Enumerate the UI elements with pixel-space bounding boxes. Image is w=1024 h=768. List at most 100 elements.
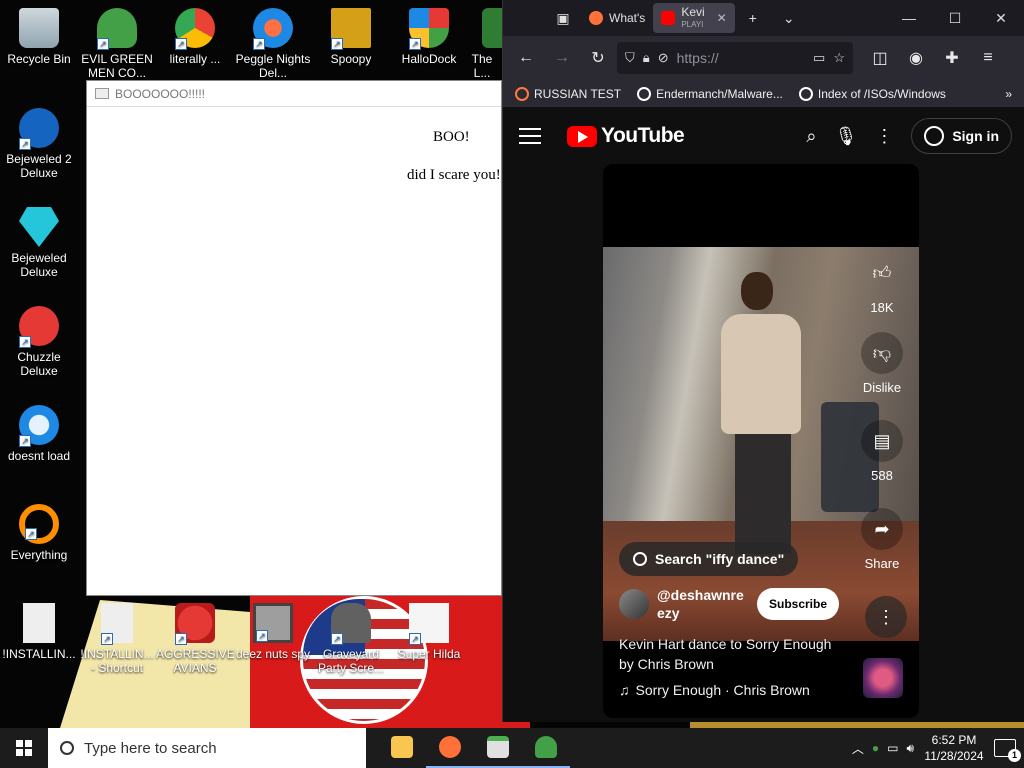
video-title[interactable]: Kevin Hart dance to Sorry Enough by Chri… <box>619 634 839 674</box>
microphone-icon[interactable]: 🎙︎ <box>834 126 857 147</box>
hamburger-menu-icon[interactable] <box>519 128 541 144</box>
recycle-bin-icon <box>19 8 59 48</box>
show-hidden-icons-chevron-icon[interactable]: ︿ <box>852 740 864 757</box>
minimize-icon[interactable]: — <box>886 10 932 27</box>
boo-popup-window[interactable]: BOOOOOOO!!!!! BOO! did I scare you! <box>86 80 502 596</box>
popup-titlebar[interactable]: BOOOOOOO!!!!! <box>87 81 501 107</box>
maximize-icon[interactable]: ☐ <box>932 10 978 27</box>
youtube-icon <box>661 11 676 25</box>
desktop-icon-label: !INSTALLIN... <box>2 647 76 661</box>
tab-youtube[interactable]: Kevi PLAYI ✕ <box>653 3 735 33</box>
comments-button[interactable]: ▤ 588 <box>857 420 907 483</box>
channel-avatar[interactable] <box>619 589 649 619</box>
like-button[interactable]: 👍︎ 18K <box>857 252 907 315</box>
start-button[interactable] <box>0 728 48 768</box>
bookmark-russian-test[interactable]: RUSSIAN TEST <box>515 86 621 101</box>
desktop-icon-evil-green-men[interactable]: ↗ EVIL GREEN MEN CO... <box>78 8 156 80</box>
taskbar-popup-app[interactable] <box>474 728 522 768</box>
github-icon <box>637 86 652 101</box>
search-suggestion-chip[interactable]: Search "iffy dance" <box>619 542 799 576</box>
close-window-icon[interactable]: ✕ <box>978 10 1024 27</box>
share-button[interactable]: ➦ Share <box>857 508 907 571</box>
desktop-icon-label: Peggle Nights Del... <box>235 52 311 80</box>
reader-view-icon[interactable]: ▭ <box>813 50 825 66</box>
close-tab-icon[interactable]: ✕ <box>717 11 727 25</box>
tab-list-chevron-icon[interactable]: ⌄ <box>771 0 807 36</box>
lock-icon[interactable]: 🔒︎ <box>643 50 650 66</box>
chrome-icon: ↗ <box>175 8 215 50</box>
system-tray: ︿ ● ▭ 🔊︎ 6:52 PM 11/28/2024 1 <box>852 732 1024 764</box>
back-icon[interactable]: ← <box>509 42 543 74</box>
network-icon[interactable]: ▭ <box>887 741 898 755</box>
music-link[interactable]: ♫ Sorry Enough · Chris Brown <box>619 682 810 698</box>
bookmarks-overflow-icon[interactable]: » <box>1005 87 1012 101</box>
new-tab-icon[interactable]: + <box>735 0 771 36</box>
dislike-button[interactable]: 👎︎ Dislike <box>857 332 907 395</box>
tab-whats[interactable]: What's <box>581 3 653 33</box>
desktop-icon-doesnt-load[interactable]: ↗ doesnt load <box>0 405 78 463</box>
desktop-icon-chuzzle[interactable]: ↗ Chuzzle Deluxe <box>0 306 78 378</box>
tracking-shield-icon[interactable]: ⛉ <box>625 50 635 66</box>
notification-center-icon[interactable]: 1 <box>994 739 1021 762</box>
desktop-icon-installing[interactable]: !INSTALLIN... <box>0 603 78 661</box>
youtube-logo[interactable]: YouTube <box>567 124 685 148</box>
clock[interactable]: 6:52 PM 11/28/2024 <box>922 732 986 764</box>
desktop-icon-hallodock[interactable]: ↗ HalloDock <box>390 8 468 66</box>
desktop-icon-the-l[interactable]: The L... <box>462 8 502 80</box>
popup-window-icon <box>487 736 509 758</box>
desktop-icon-label: EVIL GREEN MEN CO... <box>81 52 153 80</box>
sign-in-button[interactable]: Sign in <box>911 118 1012 154</box>
url-text: https:// <box>676 50 719 66</box>
taskbar-file-explorer[interactable] <box>378 728 426 768</box>
desktop-icon-aggressive-avians[interactable]: ↗ AGGRESSIVE AVIANS <box>156 603 235 675</box>
search-icon[interactable]: ⌕ <box>806 126 816 147</box>
extensions-icon[interactable]: ✚ <box>935 42 969 74</box>
desktop-icon-installing-shortcut[interactable]: ↗ !INSTALLIN... - Shortcut <box>78 603 156 675</box>
bookmark-star-icon[interactable]: ☆ <box>833 50 845 66</box>
bookmark-endermanch[interactable]: Endermanch/Malware... <box>637 86 783 101</box>
share-arrow-icon: ➦ <box>861 508 903 550</box>
clock-date: 11/28/2024 <box>924 749 984 763</box>
firefox-window[interactable]: ▣ What's Kevi PLAYI ✕ + ⌄ — ☐ ✕ ← → ↻ ⛉ … <box>502 0 1024 722</box>
more-actions-icon[interactable]: ⋮ <box>865 596 907 638</box>
channel-name[interactable]: @deshawnre ezy <box>657 586 747 622</box>
taskbar-firefox[interactable] <box>426 728 474 768</box>
desktop-icon-bejeweled-2[interactable]: ↗ Bejeweled 2 Deluxe <box>0 108 78 180</box>
bookmark-index-isos[interactable]: Index of /ISOs/Windows <box>798 86 946 101</box>
forward-icon[interactable]: → <box>545 42 579 74</box>
desktop-icon-peggle[interactable]: ↗ Peggle Nights Del... <box>234 8 312 80</box>
subscribe-button[interactable]: Subscribe <box>757 588 840 620</box>
windows-logo-icon <box>16 740 32 756</box>
youtube-header: YouTube ⌕ 🎙︎ ⋮ Sign in <box>503 108 1024 164</box>
bejeweled-2-icon: ↗ <box>19 108 59 150</box>
desktop-icon-recycle-bin[interactable]: Recycle Bin <box>0 8 78 66</box>
spoopy-icon: ↗ <box>331 8 371 50</box>
reload-icon[interactable]: ↻ <box>581 42 615 74</box>
firefox-view-icon[interactable]: ▣ <box>545 0 581 36</box>
desktop-icon-spoopy[interactable]: ↗ Spoopy <box>312 8 390 66</box>
menu-icon[interactable]: ≡ <box>971 42 1005 74</box>
volume-icon[interactable]: 🔊︎ <box>906 741 914 756</box>
pocket-icon[interactable]: ◫ <box>863 42 897 74</box>
desktop-icon-super-hilda[interactable]: ↗ Super Hilda <box>390 603 468 661</box>
account-icon[interactable]: ◉ <box>899 42 933 74</box>
desktop-icon-graveyard-party[interactable]: ↗ Graveyard Party Scre... <box>312 603 390 675</box>
desktop-icon-label: Bejeweled 2 Deluxe <box>6 152 72 180</box>
taskbar-search-box[interactable]: Type here to search <box>48 728 366 768</box>
popup-message: did I scare you! <box>407 167 501 183</box>
more-options-icon[interactable]: ⋮ <box>875 126 893 147</box>
permissions-icon[interactable]: ⊘ <box>658 50 669 66</box>
desktop-icon-deez-nuts-spy[interactable]: ↗ deez nuts spy <box>234 603 312 661</box>
desktop-icon-bejeweled[interactable]: ↗ Bejeweled Deluxe <box>0 207 78 279</box>
url-bar[interactable]: ⛉ 🔒︎ ⊘ https:// ▭ ☆ <box>617 42 853 74</box>
windows-shield-icon: ↗ <box>409 8 449 50</box>
desktop-icon-everything[interactable]: ↗ Everything <box>0 504 78 562</box>
text-file-shortcut-icon: ↗ <box>101 603 133 645</box>
desktop-icon-label: !INSTALLIN... - Shortcut <box>80 647 154 675</box>
shorts-player[interactable]: 👍︎ 18K 👎︎ Dislike ▤ 588 ➦ Share Search "… <box>603 164 919 718</box>
navigation-toolbar: ← → ↻ ⛉ 🔒︎ ⊘ https:// ▭ ☆ ◫ ◉ ✚ ≡ <box>503 36 1024 80</box>
desktop-icon-literally[interactable]: ↗ literally ... <box>156 8 234 66</box>
tray-people-icon[interactable]: ● <box>872 741 879 755</box>
music-thumbnail[interactable] <box>863 658 903 698</box>
taskbar-green-men[interactable] <box>522 728 570 768</box>
